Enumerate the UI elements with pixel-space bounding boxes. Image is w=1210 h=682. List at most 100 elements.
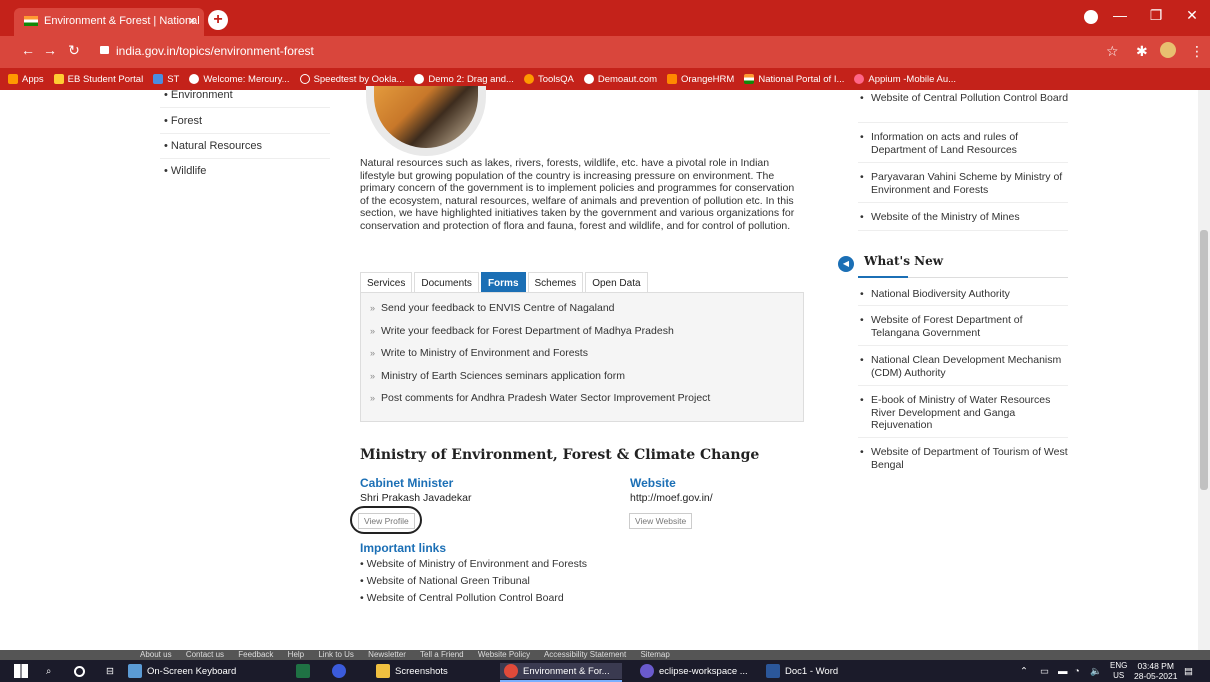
form-link[interactable]: » Send your feedback to ENVIS Centre of N… [370,302,615,314]
right-link[interactable]: Website of the Ministry of Mines [860,211,1070,224]
cortana-icon[interactable] [72,663,86,679]
whats-new-item[interactable]: National Clean Development Mechanism (CD… [860,354,1070,379]
ministry-title: Ministry of Environment, Forest & Climat… [360,447,760,463]
tray-chevron-icon[interactable]: ⌃ [1020,663,1028,679]
taskbar-item-on-screen-keyboard[interactable]: On-Screen Keyboard [128,663,236,679]
left-nav-item-forest[interactable]: Forest [160,110,330,134]
wifi-icon[interactable]: ◔ [1074,663,1080,679]
maximize-button[interactable]: ❐ [1138,0,1174,32]
footer-link[interactable]: Help [288,650,304,659]
bookmark-orangehrm[interactable]: OrangeHRM [667,74,734,85]
search-icon[interactable]: ⌕ [46,663,51,679]
close-window-button[interactable]: ✕ [1174,0,1210,32]
taskbar-item-app[interactable] [332,663,351,679]
form-link[interactable]: » Write to Ministry of Environment and Fo… [370,347,588,359]
clock[interactable]: 03:48 PM 28-05-2021 [1134,661,1177,681]
divider [858,345,1068,346]
browser-tab[interactable]: Environment & Forest | National × [14,8,204,36]
extensions-icon[interactable]: ✱ [1136,43,1148,60]
taskbar-item-excel[interactable] [296,663,315,679]
windows-start-icon[interactable] [14,664,28,678]
footer-link[interactable]: About us [140,650,172,659]
taskbar-item-word[interactable]: Doc1 - Word [766,663,838,679]
orangehrm-icon [667,74,677,84]
bookmark-national-portal[interactable]: National Portal of I... [744,74,844,85]
battery-icon[interactable]: ▬ [1058,663,1068,679]
form-link[interactable]: » Write your feedback for Forest Departme… [370,325,674,337]
double-chevron-icon: » [370,393,376,403]
right-link[interactable]: Information on acts and rules of Departm… [860,131,1070,156]
footer-link[interactable]: Website Policy [478,650,530,659]
left-nav-item-wildlife[interactable]: Wildlife [160,160,330,183]
cabinet-minister-heading: Cabinet Minister [360,476,454,490]
taskbar-item-chrome[interactable]: Environment & For... [500,663,622,682]
bookmark-demo-drag[interactable]: Demo 2: Drag and... [414,74,514,85]
tab-services[interactable]: Services [360,272,413,294]
star-icon[interactable]: ☆ [1106,43,1119,60]
globe-icon [414,74,425,84]
divider [858,202,1068,203]
important-link[interactable]: Website of Ministry of Environment and F… [360,558,587,570]
minimize-button[interactable]: — [1102,0,1138,32]
india-flag-icon [24,16,38,26]
menu-icon[interactable]: ⋮ [1190,43,1204,60]
bookmark-appium[interactable]: Appium -Mobile Au... [854,74,956,85]
bookmark-st[interactable]: ST [153,74,179,85]
whats-new-item[interactable]: Website of Department of Tourism of West… [860,446,1070,471]
profile-circle-icon[interactable] [1084,10,1098,24]
form-link[interactable]: » Post comments for Andhra Pradesh Water … [370,392,710,404]
whats-new-item[interactable]: National Biodiversity Authority [860,288,1070,301]
tab-title: Environment & Forest | National [44,15,200,27]
avatar[interactable] [1160,42,1176,58]
reload-icon[interactable]: ↻ [64,42,84,59]
tab-schemes[interactable]: Schemes [527,272,584,294]
folder-icon [376,664,390,678]
left-nav-item-environment[interactable]: Environment [160,84,330,108]
volume-icon[interactable]: 🔈 [1090,663,1102,679]
whats-new-item[interactable]: Website of Forest Department of Telangan… [860,314,1070,339]
form-link[interactable]: » Ministry of Earth Sciences seminars app… [370,370,625,382]
bookmark-toolsqa[interactable]: ToolsQA [523,74,574,85]
new-tab-button[interactable]: + [208,10,228,30]
right-link[interactable]: Website of Central Pollution Control Boa… [860,92,1070,105]
tab-open-data[interactable]: Open Data [585,272,648,294]
bookmark-mercury[interactable]: Welcome: Mercury... [189,74,290,85]
footer-link[interactable]: Contact us [186,650,224,659]
taskbar-item-eclipse[interactable]: eclipse-workspace ... [640,663,748,679]
whats-new-item[interactable]: E-book of Ministry of Water Resources Ri… [860,394,1070,432]
app-icon [332,664,346,678]
taskbar-item-screenshots[interactable]: Screenshots [376,663,448,679]
bookmark-demoaut[interactable]: Demoaut.com [583,74,657,85]
tab-close-icon[interactable]: × [188,13,196,28]
network-icon[interactable]: ▭ [1040,663,1049,679]
url-field[interactable]: india.gov.in/topics/environment-forest [116,44,314,58]
important-link[interactable]: Website of Central Pollution Control Boa… [360,592,564,604]
language-indicator[interactable]: ENG US [1110,661,1127,681]
appium-icon [854,74,865,84]
footer-link[interactable]: Sitemap [640,650,669,659]
task-view-icon[interactable]: ⊟ [106,663,114,679]
bookmark-speedtest[interactable]: Speedtest by Ookla... [299,74,404,85]
footer-link[interactable]: Tell a Friend [420,650,464,659]
right-link[interactable]: Paryavaran Vahini Scheme by Ministry of … [860,171,1070,196]
back-icon[interactable]: ← [18,42,38,58]
forward-icon[interactable]: → [40,42,60,58]
eclipse-icon [640,664,654,678]
whats-new-heading: What's New [864,254,944,268]
footer-link[interactable]: Link to Us [318,650,354,659]
tab-documents[interactable]: Documents [414,272,479,294]
footer-link[interactable]: Newsletter [368,650,406,659]
content-tabs: Services Documents Forms Schemes Open Da… [360,272,650,294]
left-nav-item-natural-resources[interactable]: Natural Resources [160,135,330,159]
footer-link[interactable]: Accessibility Statement [544,650,626,659]
footer-link[interactable]: Feedback [238,650,273,659]
divider [858,305,1068,306]
divider [858,385,1068,386]
view-website-button[interactable]: View Website [629,513,693,529]
notification-icon[interactable]: ▤ [1184,663,1193,679]
tab-forms[interactable]: Forms [480,272,526,294]
important-link[interactable]: Website of National Green Tribunal [360,575,530,587]
ministry-website-url[interactable]: http://moef.gov.in/ [630,492,713,504]
toolsqa-icon [523,74,534,84]
scrollbar-thumb[interactable] [1200,230,1208,490]
